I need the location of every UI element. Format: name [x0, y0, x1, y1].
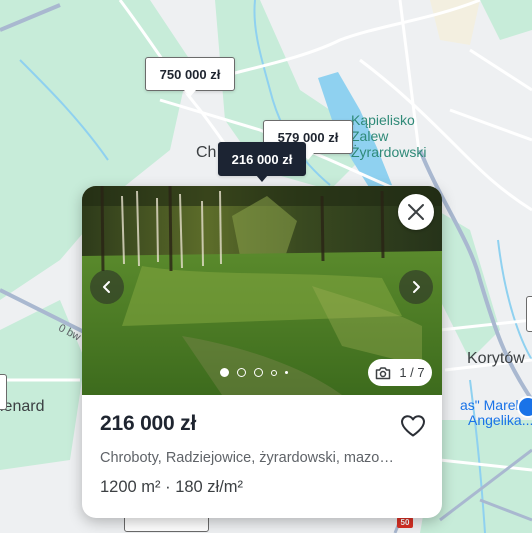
pagination-dot[interactable] — [237, 368, 246, 377]
pagination-dot[interactable] — [271, 369, 277, 376]
town-label-korytow: Korytów — [467, 350, 525, 367]
lake-label-line2: Zalew — [351, 128, 389, 144]
close-icon — [408, 204, 424, 220]
price-pin-selected[interactable]: 216 000 zł — [218, 142, 306, 182]
lake-label-line3: Żyrardowski — [351, 144, 427, 160]
chevron-left-icon — [103, 281, 110, 293]
photo-counter-text: 1 / 7 — [399, 365, 425, 380]
camera-icon — [376, 366, 391, 379]
next-photo-button[interactable] — [399, 270, 433, 304]
heart-icon — [401, 415, 425, 437]
chevron-right-icon — [413, 281, 420, 293]
listing-details: 1200 m² · 180 zł/m² — [100, 478, 244, 496]
pagination-dot[interactable] — [254, 368, 263, 377]
highway-shield: 50 — [397, 517, 413, 528]
favorite-button[interactable] — [398, 412, 428, 440]
business-poi-marker[interactable] — [517, 396, 532, 418]
offscreen-price-pin-right[interactable] — [526, 296, 532, 332]
listing-price: 216 000 zł — [100, 412, 197, 435]
photo-pagination-dots — [220, 368, 288, 377]
offscreen-price-pin-left[interactable] — [0, 374, 7, 410]
listing-location: Chroboty, Radziejowice, żyrardowski, maz… — [100, 450, 394, 466]
lake-label-line1: Kąpielisko — [351, 112, 415, 128]
pagination-dot-active[interactable] — [220, 368, 229, 377]
close-button[interactable] — [398, 194, 434, 230]
photo-counter: 1 / 7 — [368, 359, 432, 386]
price-pin[interactable]: 750 000 zł — [145, 57, 235, 97]
town-label-chroboty: Ch — [196, 144, 217, 161]
listing-card[interactable]: 1 / 7 216 000 zł Chroboty, Radziejowice,… — [82, 186, 442, 518]
previous-photo-button[interactable] — [90, 270, 124, 304]
pagination-dot[interactable] — [285, 371, 288, 374]
